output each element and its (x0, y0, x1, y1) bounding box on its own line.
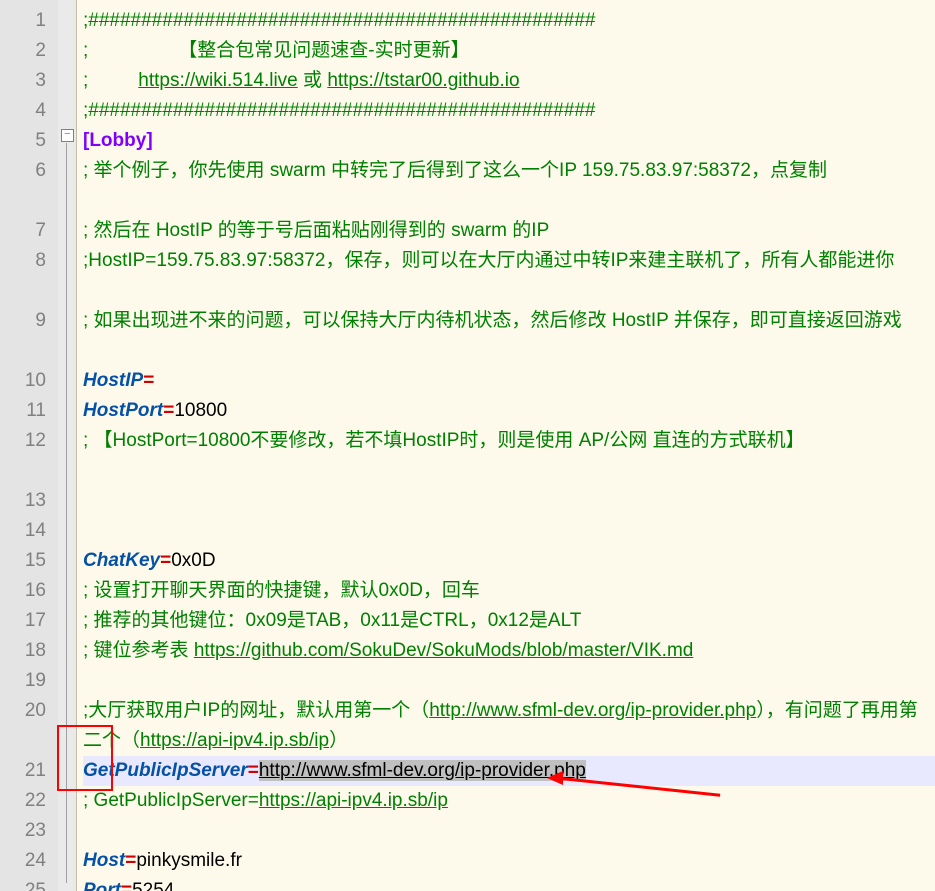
code-line: ; 设置打开聊天界面的快捷键，默认0x0D，回车 (83, 576, 935, 606)
fold-toggle-icon[interactable]: − (61, 129, 74, 142)
ini-key: ChatKey (83, 550, 160, 571)
ini-key: GetPublicIpServer (83, 760, 248, 781)
code-line: ;#######################################… (83, 6, 935, 36)
code-line: HostIP= (83, 366, 935, 396)
url-link[interactable]: https://api-ipv4.ip.sb/ip (259, 790, 448, 811)
code-line: Port=5254 (83, 876, 935, 891)
ini-key: HostPort (83, 400, 163, 421)
code-line: [Lobby] (83, 126, 935, 156)
code-line: ; 【HostPort=10800不要修改，若不填HostIP时，则是使用 AP… (83, 426, 935, 486)
code-line: ;HostIP=159.75.83.97:58372，保存，则可以在大厅内通过中… (83, 246, 935, 306)
code-editor: 1 2 3 4 5 6 7 8 9 10 11 12 13 14 15 16 1… (0, 0, 935, 891)
code-line (83, 516, 935, 546)
code-line: HostPort=10800 (83, 396, 935, 426)
code-line: ; 然后在 HostIP 的等于号后面粘贴刚得到的 swarm 的IP (83, 216, 935, 246)
code-line (83, 486, 935, 516)
url-link[interactable]: http://www.sfml-dev.org/ip-provider.php (259, 760, 586, 781)
ini-key: Host (83, 850, 125, 871)
line-number-gutter: 1 2 3 4 5 6 7 8 9 10 11 12 13 14 15 16 1… (0, 0, 58, 891)
code-line: ;#######################################… (83, 96, 935, 126)
code-line: ; 举个例子，你先使用 swarm 中转完了后得到了这么一个IP 159.75.… (83, 156, 935, 216)
url-link[interactable]: http://www.sfml-dev.org/ip-provider.php (429, 700, 756, 721)
url-link[interactable]: https://api-ipv4.ip.sb/ip (140, 730, 329, 751)
code-area[interactable]: ;#######################################… (77, 0, 935, 891)
code-line: ;https://wiki.514.live 或 https://tstar00… (83, 66, 935, 96)
code-line: ChatKey=0x0D (83, 546, 935, 576)
url-link[interactable]: https://tstar00.github.io (327, 70, 519, 91)
code-line: ; 如果出现进不来的问题，可以保持大厅内待机状态，然后修改 HostIP 并保存… (83, 306, 935, 366)
code-line (83, 666, 935, 696)
code-line: ;【整合包常见问题速查-实时更新】 (83, 36, 935, 66)
url-link[interactable]: https://wiki.514.live (138, 70, 297, 91)
code-line: ; GetPublicIpServer=https://api-ipv4.ip.… (83, 786, 935, 816)
ini-key: HostIP (83, 370, 143, 391)
code-line: Host=pinkysmile.fr (83, 846, 935, 876)
code-line-current: GetPublicIpServer=http://www.sfml-dev.or… (83, 756, 935, 786)
url-link[interactable]: https://github.com/SokuDev/SokuMods/blob… (194, 640, 694, 661)
ini-key: Port (83, 880, 121, 891)
fold-column: − (58, 0, 77, 891)
code-line: ; 推荐的其他键位：0x09是TAB，0x11是CTRL，0x12是ALT (83, 606, 935, 636)
code-line: ;大厅获取用户IP的网址，默认用第一个（http://www.sfml-dev.… (83, 696, 935, 756)
code-line: ; 键位参考表 https://github.com/SokuDev/SokuM… (83, 636, 935, 666)
ini-section: [Lobby] (83, 130, 153, 151)
code-line (83, 816, 935, 846)
